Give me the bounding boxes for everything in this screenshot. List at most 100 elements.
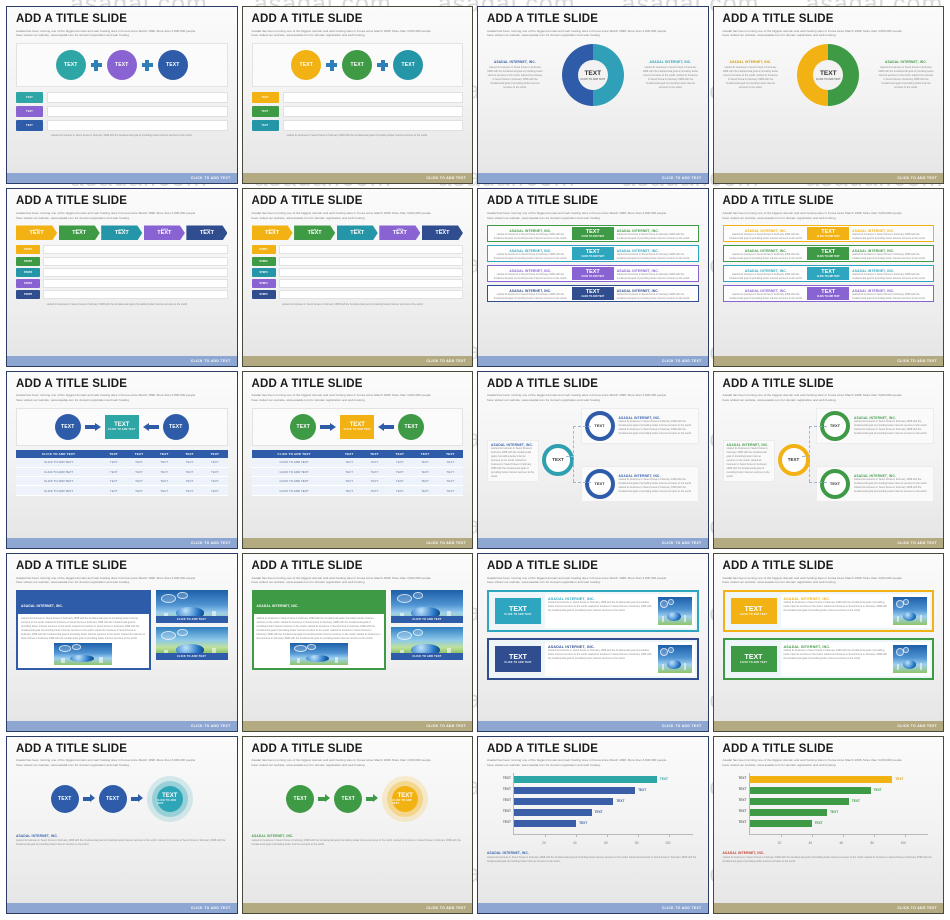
step-textbox[interactable]: started its business in Seoul Korea in F… — [278, 245, 463, 262]
chart-bar[interactable] — [514, 819, 577, 828]
slide-s16[interactable]: ADD A TITLE SLIDE Asadal has been running… — [712, 553, 944, 732]
info-row[interactable]: TEXT started its business in Seoul Korea … — [251, 120, 463, 137]
slide-footer[interactable]: CLICK TO ADD TEXT — [7, 902, 237, 913]
feature-card[interactable]: TEXT CLICK TO ADD TEXT ASADAL INTERNET, IN… — [487, 638, 699, 681]
info-row[interactable]: TEXT started its business in Seoul Korea … — [251, 106, 463, 123]
slide-footer[interactable]: CLICK TO ADD TEXT — [713, 173, 943, 184]
step-textbox[interactable]: started its business in Seoul Korea in F… — [43, 267, 228, 284]
row-textbox[interactable]: started its business in Seoul Korea in F… — [47, 106, 228, 123]
slide-footer[interactable]: CLICK TO ADD TEXT — [713, 355, 943, 366]
slide-footer[interactable]: CLICK TO ADD TEXT — [713, 538, 943, 549]
step-arrow[interactable]: STEP3 TEXT — [336, 225, 378, 241]
photo-thumbnail[interactable] — [893, 597, 927, 626]
card-badge[interactable]: TEXT CLICK TO ADD TEXT — [495, 598, 541, 625]
slide-footer[interactable]: CLICK TO ADD TEXT — [713, 902, 943, 913]
step-arrow[interactable]: STEP5 TEXT — [421, 225, 463, 241]
photo-caption[interactable]: CLICK TO ADD TEXT — [391, 616, 463, 624]
slide-footer[interactable]: CLICK TO ADD TEXT — [242, 355, 472, 366]
step-arrow[interactable]: STEP2 TEXT — [58, 225, 100, 241]
table-row[interactable]: CLICK TO ADD TEXT TEXT TEXT TEXT TEXT TEXT — [251, 476, 463, 487]
flow-final[interactable]: TEXT CLICK TO ADD TEXT — [146, 775, 193, 822]
photo-thumbnail[interactable] — [289, 643, 348, 666]
flow-circle[interactable]: TEXT — [50, 784, 79, 813]
slide-s13[interactable]: ADD A TITLE SLIDE Asadal has been running… — [6, 553, 238, 732]
slide-s08[interactable]: ADD A TITLE SLIDE Asadal has been running… — [712, 188, 944, 367]
center-box[interactable]: TEXT CLICK TO ADD TEXT — [104, 414, 139, 439]
step-line[interactable]: STEP1 started its business in Seoul Korea… — [16, 245, 228, 262]
flow-circle[interactable]: TEXT — [286, 784, 315, 813]
spoke-node[interactable]: TEXT ASADAL INTERNET, INC. started its bus… — [816, 407, 934, 444]
slide-footer[interactable]: CLICK TO ADD TEXT — [478, 902, 708, 913]
photo-caption[interactable]: CLICK TO ADD TEXT — [155, 616, 228, 624]
node-ring[interactable]: TEXT — [820, 468, 850, 499]
photo-thumbnail[interactable]: CLICK TO ADD TEXT — [391, 627, 463, 661]
slide-footer[interactable]: CLICK TO ADD TEXT — [242, 720, 472, 731]
node-ring[interactable]: TEXT — [584, 468, 615, 499]
step-line[interactable]: STEP4 started its business in Seoul Korea… — [251, 279, 463, 295]
photo-thumbnail[interactable] — [893, 645, 927, 674]
slide-footer[interactable]: CLICK TO ADD TEXT — [713, 720, 943, 731]
chart-bar[interactable] — [749, 797, 849, 806]
right-circle[interactable]: TEXT — [398, 413, 425, 440]
slide-s10[interactable]: ADD A TITLE SLIDE Asadal has been running… — [241, 370, 473, 550]
step-line[interactable]: STEP3 started its business in Seoul Korea… — [251, 267, 463, 284]
slide-s02[interactable]: ADD A TITLE SLIDE Asadal has been running… — [241, 6, 473, 185]
table-row[interactable]: CLICK TO ADD TEXT TEXT TEXT TEXT TEXT TEXT — [16, 476, 228, 487]
band-center[interactable]: TEXT CLICK TO ADD TEXT — [571, 287, 614, 301]
step-arrow[interactable]: STEP5 TEXT — [186, 225, 228, 241]
table-row[interactable]: CLICK TO ADD TEXT TEXT TEXT TEXT TEXT TEXT — [251, 458, 463, 468]
feature-card[interactable]: TEXT CLICK TO ADD TEXT ASADAL INTERNET, IN… — [722, 638, 934, 681]
step-textbox[interactable]: started its business in Seoul Korea in F… — [278, 267, 463, 284]
data-table[interactable]: CLICK TO ADD TEXT TEXT TEXT TEXT TEXT TEXT CLI… — [16, 449, 228, 496]
step-line[interactable]: STEP2 started its business in Seoul Korea… — [251, 256, 463, 273]
right-circle[interactable]: TEXT — [162, 413, 189, 440]
feature-card[interactable]: TEXT CLICK TO ADD TEXT ASADAL INTERNET, IN… — [722, 590, 934, 633]
band-center[interactable]: TEXT CLICK TO ADD TEXT — [807, 287, 850, 301]
slide-s06[interactable]: ADD A TITLE SLIDE Asadal has been running… — [241, 188, 473, 367]
step-arrow[interactable]: STEP4 TEXT — [143, 225, 185, 241]
step-arrow[interactable]: STEP1 TEXT — [16, 225, 58, 241]
step-textbox[interactable]: started its business in Seoul Korea in F… — [278, 290, 463, 306]
band-center[interactable]: TEXT CLICK TO ADD TEXT — [807, 267, 850, 281]
donut-chart[interactable]: TEXT CLICK TO ADD TEXT — [561, 44, 624, 107]
card-badge[interactable]: TEXT CLICK TO ADD TEXT — [730, 646, 777, 673]
slide-s18[interactable]: ADD A TITLE SLIDE Asadal has been running… — [241, 735, 473, 914]
card-badge[interactable]: TEXT CLICK TO ADD TEXT — [495, 646, 541, 673]
row-textbox[interactable]: started its business in Seoul Korea in F… — [282, 120, 463, 137]
donut-center[interactable]: TEXT CLICK TO ADD TEXT — [813, 60, 844, 91]
band-center[interactable]: TEXT CLICK TO ADD TEXT — [807, 227, 850, 241]
photo-thumbnail[interactable]: CLICK TO ADD TEXT — [391, 590, 463, 624]
slide-s09[interactable]: ADD A TITLE SLIDE Asadal has been running… — [6, 370, 238, 550]
step-textbox[interactable]: started its business in Seoul Korea in F… — [43, 290, 228, 306]
slide-s15[interactable]: ADD A TITLE SLIDE Asadal has been running… — [477, 553, 709, 732]
step-textbox[interactable]: started its business in Seoul Korea in F… — [43, 256, 228, 273]
donut-chart[interactable]: TEXT CLICK TO ADD TEXT — [797, 44, 860, 107]
data-table[interactable]: CLICK TO ADD TEXT TEXT TEXT TEXT TEXT TEXT CLI… — [251, 449, 463, 496]
photo-thumbnail[interactable] — [54, 643, 113, 666]
chart-bar[interactable] — [514, 775, 657, 784]
donut-center[interactable]: TEXT CLICK TO ADD TEXT — [577, 60, 608, 91]
slide-footer[interactable]: CLICK TO ADD TEXT — [478, 173, 708, 184]
band-center[interactable]: TEXT CLICK TO ADD TEXT — [807, 247, 850, 261]
flow-circle[interactable]: TEXT — [98, 784, 127, 813]
feature-card[interactable]: TEXT CLICK TO ADD TEXT ASADAL INTERNET, IN… — [487, 590, 699, 633]
slide-s20[interactable]: ADD A TITLE SLIDE Asadal has been running… — [712, 735, 944, 914]
chart-bar[interactable] — [514, 786, 636, 795]
table-row[interactable]: CLICK TO ADD TEXT TEXT TEXT TEXT TEXT TEXT — [251, 467, 463, 478]
slide-s05[interactable]: ADD A TITLE SLIDE Asadal has been running… — [6, 188, 238, 367]
band-center[interactable]: TEXT CLICK TO ADD TEXT — [571, 267, 614, 281]
step-textbox[interactable]: started its business in Seoul Korea in F… — [278, 279, 463, 295]
hub-circle[interactable]: TEXT — [777, 443, 810, 476]
step-line[interactable]: STEP5 started its business in Seoul Korea… — [16, 290, 228, 306]
photo-caption[interactable]: CLICK TO ADD TEXT — [155, 653, 228, 661]
photo-thumbnail[interactable] — [657, 597, 692, 626]
band-center[interactable]: TEXT CLICK TO ADD TEXT — [571, 247, 614, 261]
row-textbox[interactable]: started its business in Seoul Korea in F… — [282, 106, 463, 123]
slide-s07[interactable]: ADD A TITLE SLIDE Asadal has been running… — [477, 188, 709, 367]
photo-thumbnail[interactable]: CLICK TO ADD TEXT — [155, 590, 228, 624]
table-row[interactable]: CLICK TO ADD TEXT TEXT TEXT TEXT TEXT TEXT — [16, 458, 228, 468]
row-textbox[interactable]: started its business in Seoul Korea in F… — [282, 92, 463, 109]
slide-footer[interactable]: CLICK TO ADD TEXT — [7, 538, 237, 549]
card-badge[interactable]: TEXT CLICK TO ADD TEXT — [730, 598, 777, 625]
step-line[interactable]: STEP4 started its business in Seoul Korea… — [16, 279, 228, 295]
